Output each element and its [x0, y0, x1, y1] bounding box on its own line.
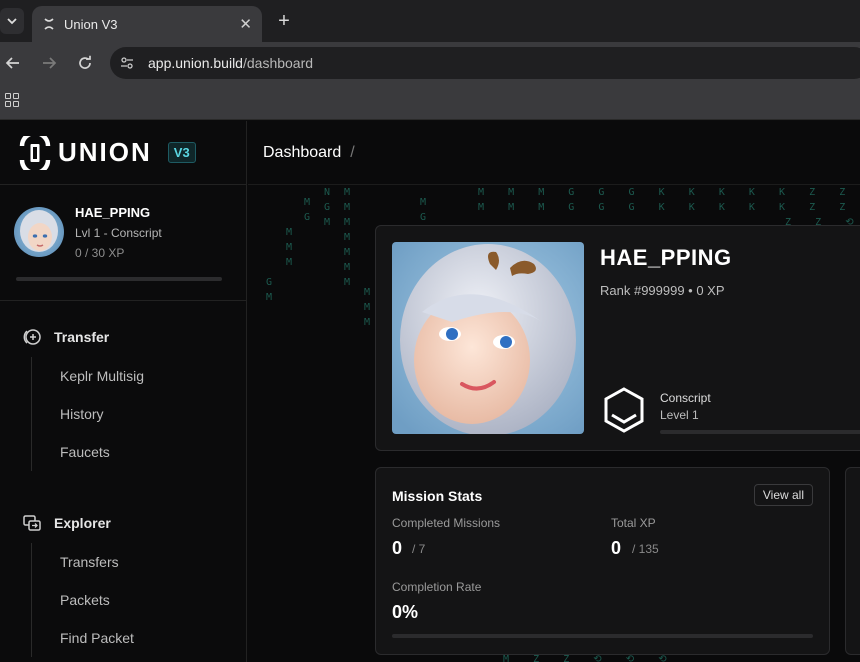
- nav-item-keplr-multisig[interactable]: Keplr Multisig: [0, 357, 246, 395]
- mission-stats-title: Mission Stats: [392, 488, 483, 504]
- transfer-icon: [23, 329, 41, 345]
- side-card-partial: [845, 467, 860, 655]
- new-tab-button[interactable]: +: [272, 9, 296, 33]
- breadcrumb-separator: /: [350, 143, 355, 161]
- level-progress-bar: [660, 430, 860, 434]
- main-content: Dashboard / G M M M M M G N G M M M M M …: [248, 121, 860, 662]
- browser-tab-bar: Union V3 ✕ +: [0, 0, 860, 42]
- chevron-down-icon: [7, 18, 17, 25]
- view-all-button[interactable]: View all: [753, 484, 813, 506]
- nav-explorer-label: Explorer: [54, 515, 111, 531]
- forward-arrow-icon[interactable]: [38, 52, 60, 74]
- completed-missions-value: 0: [392, 538, 403, 558]
- nav-item-transfers[interactable]: Transfers: [0, 543, 246, 581]
- user-name: HAE_PPING: [75, 205, 151, 220]
- reload-icon[interactable]: [74, 52, 96, 74]
- nav-divider-line: [31, 543, 32, 657]
- nav-transfer-label: Transfer: [54, 329, 110, 345]
- rank-title: Conscript: [660, 391, 711, 405]
- tab-title: Union V3: [64, 16, 118, 32]
- profile-name: HAE_PPING: [600, 245, 732, 270]
- nav-transfer[interactable]: Transfer: [0, 317, 246, 357]
- completion-rate-value: 0%: [392, 602, 419, 622]
- site-settings-icon[interactable]: [120, 56, 134, 70]
- browser-tab[interactable]: Union V3 ✕: [32, 6, 262, 42]
- nav-section-transfer: Transfer Keplr Multisig History Faucets: [0, 317, 246, 471]
- completed-missions-total: / 7: [412, 542, 426, 556]
- completed-missions-label: Completed Missions: [392, 516, 501, 530]
- user-level: Lvl 1 - Conscript: [75, 226, 162, 240]
- logo-text: UNION: [58, 137, 152, 167]
- breadcrumb: Dashboard /: [248, 121, 860, 185]
- apps-grid-icon[interactable]: [5, 93, 19, 107]
- url-input[interactable]: app.union.build/dashboard: [110, 47, 860, 79]
- union-app: UNION V3 HAE_PPING Lvl 1 - Conscript 0 /…: [0, 121, 860, 662]
- url-text: app.union.build/dashboard: [148, 55, 314, 71]
- nav-section-explorer: Explorer Transfers Packets Find Packet: [0, 503, 246, 657]
- nav-item-find-packet[interactable]: Find Packet: [0, 619, 246, 657]
- close-tab-icon[interactable]: ✕: [239, 15, 252, 33]
- completion-rate-bar: [392, 634, 813, 638]
- version-badge: V3: [167, 142, 196, 163]
- total-xp-total: / 135: [632, 542, 659, 556]
- sidebar: UNION V3 HAE_PPING Lvl 1 - Conscript 0 /…: [0, 121, 247, 662]
- profile-rank: Rank #999999 • 0 XP: [600, 283, 725, 298]
- breadcrumb-dashboard[interactable]: Dashboard: [263, 144, 341, 162]
- total-xp-label: Total XP: [611, 516, 656, 530]
- logo-row[interactable]: UNION V3: [0, 121, 246, 185]
- nav-item-history[interactable]: History: [0, 395, 246, 433]
- xp-progress-bar: [16, 277, 222, 281]
- union-favicon-icon: [44, 18, 54, 30]
- tab-search-button[interactable]: [0, 8, 24, 34]
- nav-explorer[interactable]: Explorer: [0, 503, 246, 543]
- nav-item-faucets[interactable]: Faucets: [0, 433, 246, 471]
- profile-avatar: [392, 242, 584, 434]
- completion-rate-label: Completion Rate: [392, 580, 482, 594]
- avatar: [14, 207, 64, 257]
- total-xp-value: 0: [611, 538, 622, 558]
- address-bar-row: app.union.build/dashboard: [0, 42, 860, 84]
- bookmarks-bar: [0, 84, 860, 120]
- profile-card: HAE_PPING Rank #999999 • 0 XP Conscript …: [375, 225, 860, 451]
- explorer-icon: [23, 515, 41, 531]
- mission-stats-card: Mission Stats View all Completed Mission…: [375, 467, 830, 655]
- rank-cube-icon: [604, 387, 644, 433]
- user-xp: 0 / 30 XP: [75, 246, 125, 260]
- back-arrow-icon[interactable]: [2, 52, 24, 74]
- union-logo-icon: [19, 135, 51, 170]
- nav-divider-line: [31, 357, 32, 471]
- user-summary[interactable]: HAE_PPING Lvl 1 - Conscript 0 / 30 XP: [0, 185, 246, 301]
- rank-level: Level 1: [660, 408, 699, 422]
- nav-item-packets[interactable]: Packets: [0, 581, 246, 619]
